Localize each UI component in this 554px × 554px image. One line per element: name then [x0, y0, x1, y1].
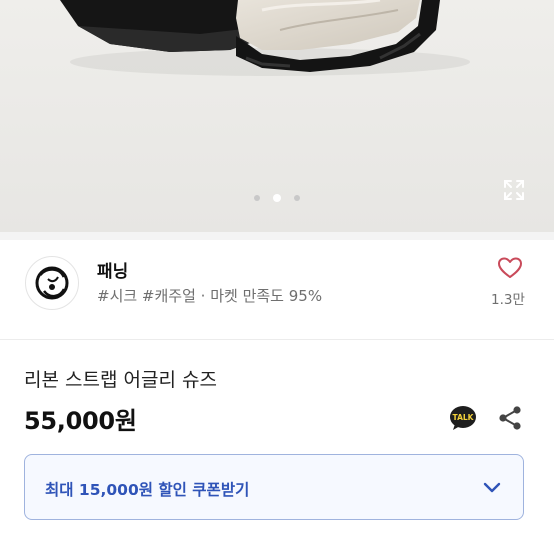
like-button[interactable]: [488, 256, 532, 284]
kakao-talk-icon[interactable]: TALK: [449, 405, 477, 431]
shop-tags: #시크 #캐주얼 · 마켓 만족도 95%: [97, 287, 323, 305]
like-count: 1.3만: [491, 292, 525, 308]
product-price: 55,000원: [24, 407, 137, 435]
expand-icon[interactable]: [502, 178, 526, 202]
carousel-dot[interactable]: [294, 195, 300, 201]
coupon-label: 최대 15,000원 할인 쿠폰받기: [45, 481, 250, 499]
heart-icon: [498, 257, 522, 278]
shop-name[interactable]: 패닝: [97, 257, 128, 282]
talk-icon-label: TALK: [453, 413, 475, 422]
carousel-dot[interactable]: [254, 195, 260, 201]
product-title: 리본 스트랩 어글리 슈즈: [24, 369, 217, 391]
shop-logo[interactable]: [25, 256, 79, 310]
carousel-indicator: [0, 192, 554, 204]
carousel-dot-active[interactable]: [273, 194, 281, 202]
share-icon[interactable]: [497, 405, 523, 431]
chevron-down-icon: [483, 482, 501, 493]
divider: [0, 339, 554, 340]
product-image-carousel[interactable]: [0, 0, 554, 232]
coupon-button[interactable]: 최대 15,000원 할인 쿠폰받기: [24, 454, 524, 520]
section-divider: [0, 232, 554, 240]
